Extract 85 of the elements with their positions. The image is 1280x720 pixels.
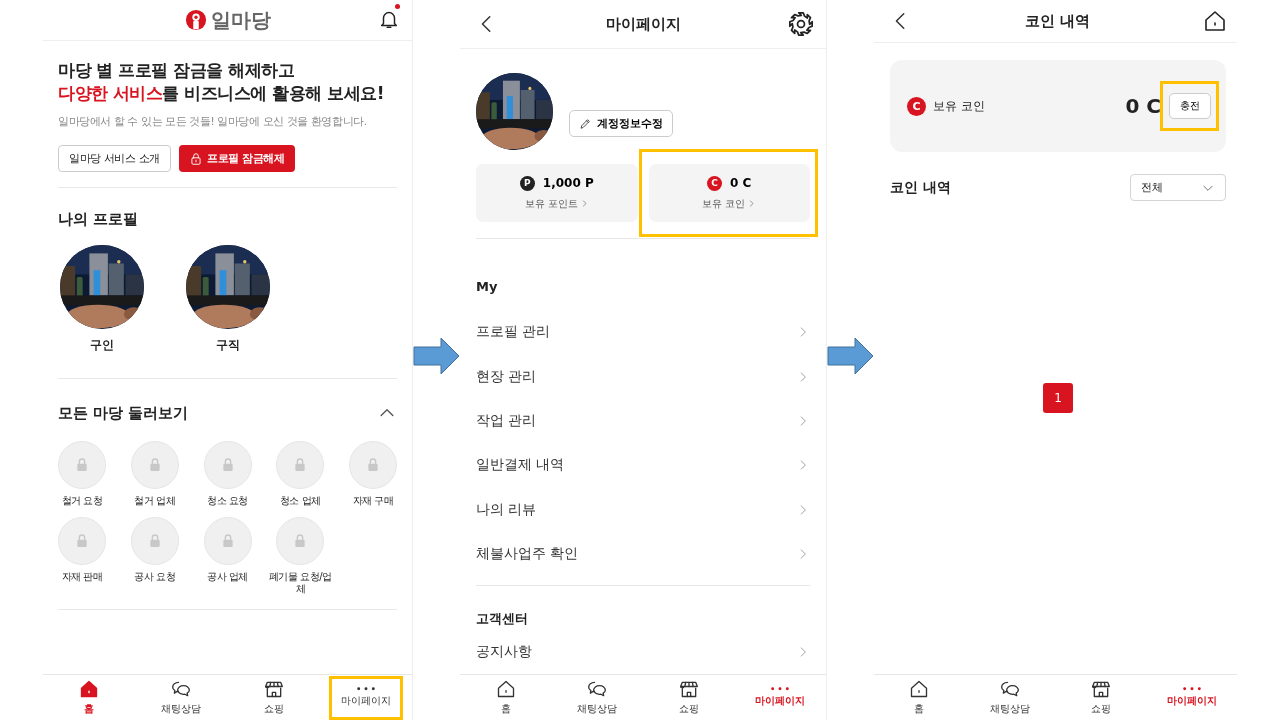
category-button[interactable] [203, 517, 252, 565]
menu-item[interactable]: 일반결제 내역 [476, 443, 810, 488]
unlock-button[interactable]: 프로필 잠금해제 [179, 145, 295, 172]
lock-icon [74, 533, 90, 549]
point-badge: P [519, 175, 535, 191]
nav-tab[interactable]: 채팅상담 [135, 675, 228, 720]
category-label: 공사 업체 [206, 571, 249, 583]
menu-item[interactable]: 현장 관리 [476, 354, 810, 399]
section-title: 코인 내역 [890, 178, 951, 197]
category-label: 자재 판매 [60, 571, 104, 583]
nav-tab[interactable]: 마이페이지 [319, 675, 412, 720]
nav-tab[interactable]: 채팅상담 [964, 675, 1056, 720]
charge-button[interactable]: 충전 [1169, 93, 1211, 119]
menu-item[interactable]: 나의 리뷰 [476, 487, 810, 533]
more-icon [1182, 687, 1201, 691]
profile-label: 구직 [216, 337, 240, 354]
headline: 마당 별 프로필 잠금을 해제하고 다양한 서비스를 비즈니스에 활용해 보세요! [58, 59, 385, 105]
home-icon [909, 679, 930, 699]
menu-item[interactable]: 공지사항 [476, 629, 810, 674]
menu-item[interactable]: 작업 관리 [476, 398, 810, 444]
category-label: 철거 요청 [60, 495, 104, 507]
home-icon[interactable] [1203, 9, 1227, 33]
category-button[interactable] [58, 441, 106, 489]
category-label: 폐기물 요청/업체 [267, 571, 333, 595]
screen-title: 마이페이지 [605, 14, 681, 34]
section-title: My [476, 279, 499, 294]
category-label: 청소 요청 [206, 495, 249, 507]
more-icon [356, 687, 375, 691]
app-logo-text: 일마당 [210, 6, 271, 34]
category-button[interactable] [276, 517, 325, 565]
balance-amount: 0 C [1125, 94, 1161, 118]
chat-bubbles-icon [587, 679, 608, 699]
category-button[interactable] [276, 441, 325, 489]
chat-bubbles-icon [171, 679, 192, 699]
lock-icon [74, 457, 90, 473]
section-title: 고객센터 [476, 609, 529, 628]
flow-arrow [827, 336, 874, 375]
section-title: 나의 프로필 [58, 210, 140, 229]
filter-dropdown[interactable]: 전체 [1130, 174, 1226, 201]
coin-badge: C [707, 175, 723, 191]
balance-label: 보유 코인 [933, 97, 986, 115]
nav-tab[interactable]: 쇼핑 [643, 675, 735, 720]
coin-badge: C [907, 96, 926, 116]
store-icon [1090, 679, 1111, 699]
nav-tab[interactable]: 홈 [460, 675, 552, 720]
category-button[interactable] [203, 441, 252, 489]
lock-icon [189, 151, 203, 166]
category-button[interactable] [130, 517, 179, 565]
settings-icon[interactable] [788, 11, 814, 37]
category-button[interactable] [130, 441, 179, 489]
chat-bubbles-icon [1000, 679, 1021, 699]
more-icon [771, 687, 790, 691]
category-label: 자재 구매 [351, 495, 395, 507]
nav-tab[interactable]: 홈 [874, 675, 965, 720]
flow-arrow [413, 336, 460, 375]
page-button[interactable]: 1 [1043, 383, 1073, 413]
store-icon [678, 679, 699, 699]
intro-button[interactable]: 일마당 서비스 소개 [58, 145, 171, 172]
nav-tab[interactable]: 홈 [43, 675, 136, 720]
screen-title: 코인 내역 [1024, 11, 1091, 31]
profile-label: 구인 [90, 337, 114, 354]
nav-tab[interactable]: 쇼핑 [1055, 675, 1147, 720]
coin-card[interactable]: C 0 C 보유 코인 [648, 164, 810, 222]
category-button[interactable] [58, 517, 106, 565]
store-icon [263, 679, 284, 699]
home-icon [79, 679, 100, 699]
nav-tab[interactable]: 마이페이지 [1146, 675, 1237, 720]
logo-icon [184, 9, 207, 31]
edit-account-button[interactable]: 계정정보수정 [569, 110, 673, 137]
nav-tab[interactable]: 마이페이지 [734, 675, 826, 720]
chevron-icon [747, 199, 757, 208]
nav-tab[interactable]: 채팅상담 [551, 675, 643, 720]
category-label: 철거 업체 [133, 495, 177, 507]
home-icon [495, 679, 516, 699]
pencil-icon [579, 117, 592, 130]
category-button[interactable] [349, 441, 397, 489]
category-label: 청소 업체 [278, 495, 322, 507]
point-card[interactable]: P 1,000 P 보유 포인트 [476, 164, 638, 222]
nav-tab[interactable]: 쇼핑 [227, 675, 320, 720]
category-label: 공사 요청 [133, 571, 177, 583]
section-title: 모든 마당 둘러보기 [58, 403, 189, 423]
menu-item[interactable]: 프로필 관리 [476, 310, 810, 355]
menu-item[interactable]: 체불사업주 확인 [476, 532, 810, 577]
subtitle: 일마당에서 할 수 있는 모든 것들! 일마당에 오신 것을 환영합니다. [58, 115, 368, 129]
lock-icon [365, 457, 381, 473]
